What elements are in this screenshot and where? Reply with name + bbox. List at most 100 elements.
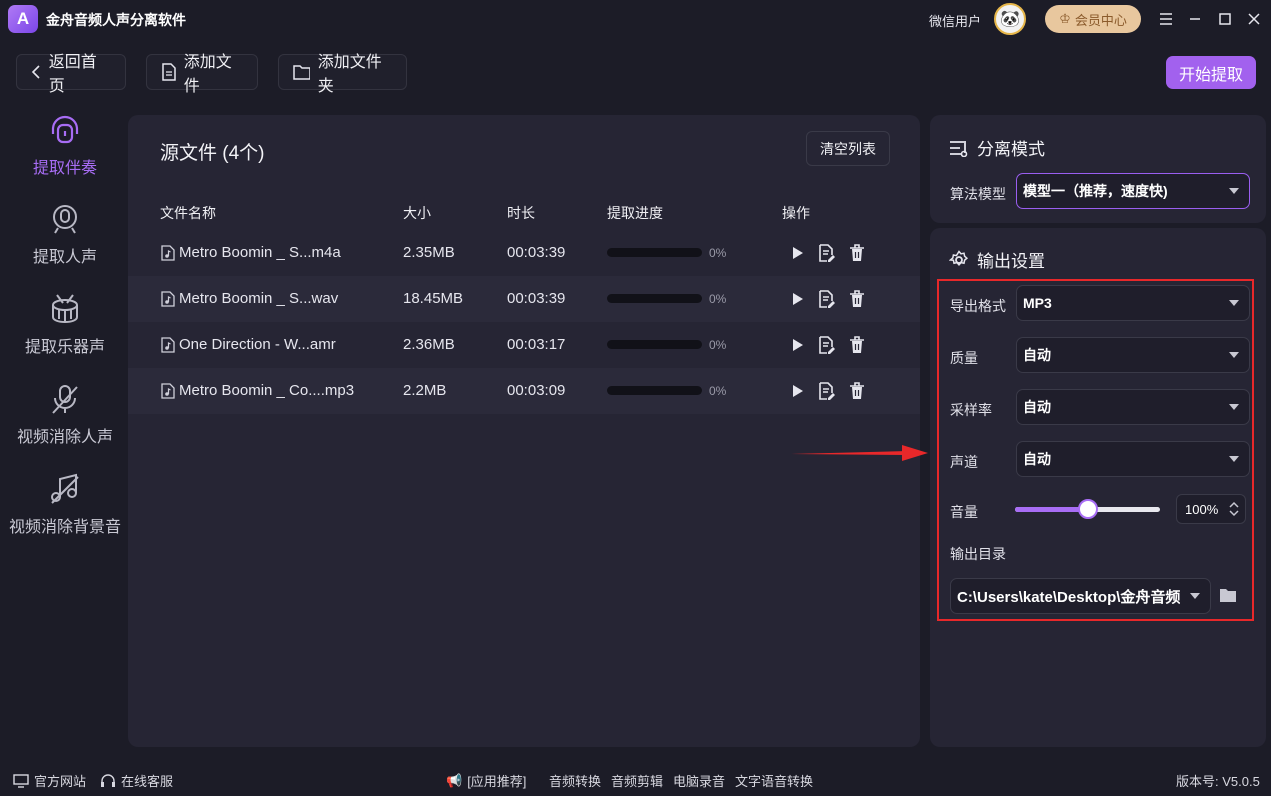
menu-icon[interactable] [1155, 8, 1177, 30]
progress-bar [607, 386, 702, 395]
edit-file-icon[interactable] [818, 336, 836, 354]
online-support-link[interactable]: 在线客服 [100, 771, 173, 790]
official-website-link[interactable]: 官方网站 [13, 771, 86, 790]
app-recommend: 📢 [应用推荐] [446, 771, 526, 790]
drum-icon [52, 294, 78, 324]
file-duration: 00:03:39 [507, 290, 566, 307]
model-select-value: 模型一（推荐，速度快) [1023, 183, 1168, 199]
close-icon[interactable] [1243, 8, 1265, 30]
sliders-icon [950, 140, 968, 157]
sidebar-item-extract-vocals[interactable]: 提取人声 [0, 201, 130, 267]
vip-center-button[interactable]: ♔ 会员中心 [1045, 5, 1141, 33]
megaphone-icon: 📢 [446, 772, 463, 788]
trash-icon[interactable] [848, 244, 866, 262]
file-name: One Direction - W...amr [179, 336, 336, 353]
maximize-icon[interactable] [1214, 8, 1236, 30]
audio-file-icon [161, 290, 175, 307]
file-name: Metro Boomin _ S...m4a [179, 244, 341, 261]
trash-icon[interactable] [848, 382, 866, 400]
file-name: Metro Boomin _ Co....mp3 [179, 382, 355, 399]
file-list-title: 源文件 (4个) [160, 143, 265, 164]
headphones-icon [51, 115, 79, 144]
audio-file-icon [161, 244, 175, 261]
progress-bar [607, 294, 702, 303]
file-name-cell: Metro Boomin _ S...m4a [161, 244, 341, 261]
back-home-label: 返回首页 [48, 54, 97, 95]
add-folder-button[interactable]: 添加文件夹 [278, 54, 407, 95]
trash-icon[interactable] [848, 290, 866, 308]
vip-center-label: 会员中心 [1074, 12, 1127, 28]
music-off-icon [51, 473, 79, 504]
sidebar-item-label: 提取人声 [32, 249, 97, 266]
add-file-label: 添加文件 [183, 54, 232, 95]
edit-file-icon[interactable] [818, 290, 836, 308]
file-name-cell: Metro Boomin _ Co....mp3 [161, 382, 354, 399]
chevron-down-icon [1229, 188, 1239, 194]
folder-icon [293, 65, 310, 80]
footer-link-audio-edit[interactable]: 音频剪辑 [611, 771, 663, 790]
sidebar-item-extract-instruments[interactable]: 提取乐器声 [0, 291, 130, 357]
file-size: 2.36MB [403, 336, 455, 353]
column-header-duration: 时长 [507, 205, 535, 221]
mic-off-icon [52, 385, 78, 414]
app-title: 金舟音频人声分离软件 [46, 12, 186, 28]
separation-mode-title: 分离模式 [949, 135, 1045, 160]
file-name-cell: One Direction - W...amr [161, 336, 336, 353]
audio-file-icon [161, 336, 175, 353]
microphone-icon [53, 205, 77, 234]
play-icon[interactable] [788, 382, 806, 400]
version-label: 版本号: V5.0.5 [1176, 774, 1260, 789]
output-settings-label: 输出设置 [977, 252, 1045, 271]
online-support-label: 在线客服 [121, 774, 174, 789]
progress-percent: 0% [709, 338, 727, 352]
sidebar-item-label: 提取乐器声 [24, 339, 105, 356]
play-icon[interactable] [788, 290, 806, 308]
column-header-progress: 提取进度 [607, 205, 663, 221]
file-name: Metro Boomin _ S...wav [179, 290, 339, 307]
headset-icon [101, 773, 115, 787]
progress-percent: 0% [709, 384, 727, 398]
avatar[interactable]: 🐼 [994, 3, 1026, 35]
progress-percent: 0% [709, 292, 727, 306]
model-select[interactable]: 模型一（推荐，速度快) [1016, 173, 1250, 209]
pointer-arrow-icon [791, 445, 928, 461]
edit-file-icon[interactable] [818, 382, 836, 400]
edit-file-icon[interactable] [818, 244, 836, 262]
user-name[interactable]: 微信用户 [929, 11, 981, 30]
chevron-left-icon [31, 65, 40, 79]
progress-percent: 0% [709, 246, 727, 260]
progress-bar [607, 248, 702, 257]
sidebar-item-label: 视频消除人声 [16, 429, 113, 446]
trash-icon[interactable] [848, 336, 866, 354]
footer-link-pc-record[interactable]: 电脑录音 [673, 771, 725, 790]
sidebar-item-label: 视频消除背景音 [8, 519, 121, 536]
sidebar-item-extract-accompaniment[interactable]: 提取伴奏 [0, 112, 130, 178]
start-extract-button[interactable]: 开始提取 [1166, 56, 1256, 89]
app-logo: A [8, 5, 38, 33]
column-header-actions: 操作 [782, 205, 810, 221]
play-icon[interactable] [788, 336, 806, 354]
app-recommend-label: [应用推荐] [467, 774, 527, 789]
play-icon[interactable] [788, 244, 806, 262]
minimize-icon[interactable] [1184, 8, 1206, 30]
sidebar-item-video-remove-background[interactable]: 视频消除背景音 [0, 471, 130, 537]
model-label: 算法模型 [950, 186, 1006, 202]
file-size: 2.35MB [403, 244, 455, 261]
file-size: 2.2MB [403, 382, 447, 399]
sidebar-item-video-remove-vocals[interactable]: 视频消除人声 [0, 381, 130, 447]
column-header-size: 大小 [403, 205, 431, 221]
footer-link-text-to-speech[interactable]: 文字语音转换 [735, 771, 813, 790]
sidebar-item-label: 提取伴奏 [32, 160, 97, 177]
crown-icon: ♔ [1059, 11, 1071, 26]
file-duration: 00:03:09 [507, 382, 566, 399]
back-home-button[interactable]: 返回首页 [16, 54, 126, 95]
clear-list-button[interactable]: 清空列表 [806, 131, 890, 166]
monitor-icon [13, 773, 29, 788]
gear-icon [949, 249, 969, 266]
official-website-label: 官方网站 [34, 774, 87, 789]
output-settings-title: 输出设置 [949, 247, 1045, 272]
file-icon [162, 63, 176, 81]
file-size: 18.45MB [403, 290, 464, 307]
add-file-button[interactable]: 添加文件 [146, 54, 258, 95]
footer-link-audio-convert[interactable]: 音频转换 [549, 771, 601, 790]
